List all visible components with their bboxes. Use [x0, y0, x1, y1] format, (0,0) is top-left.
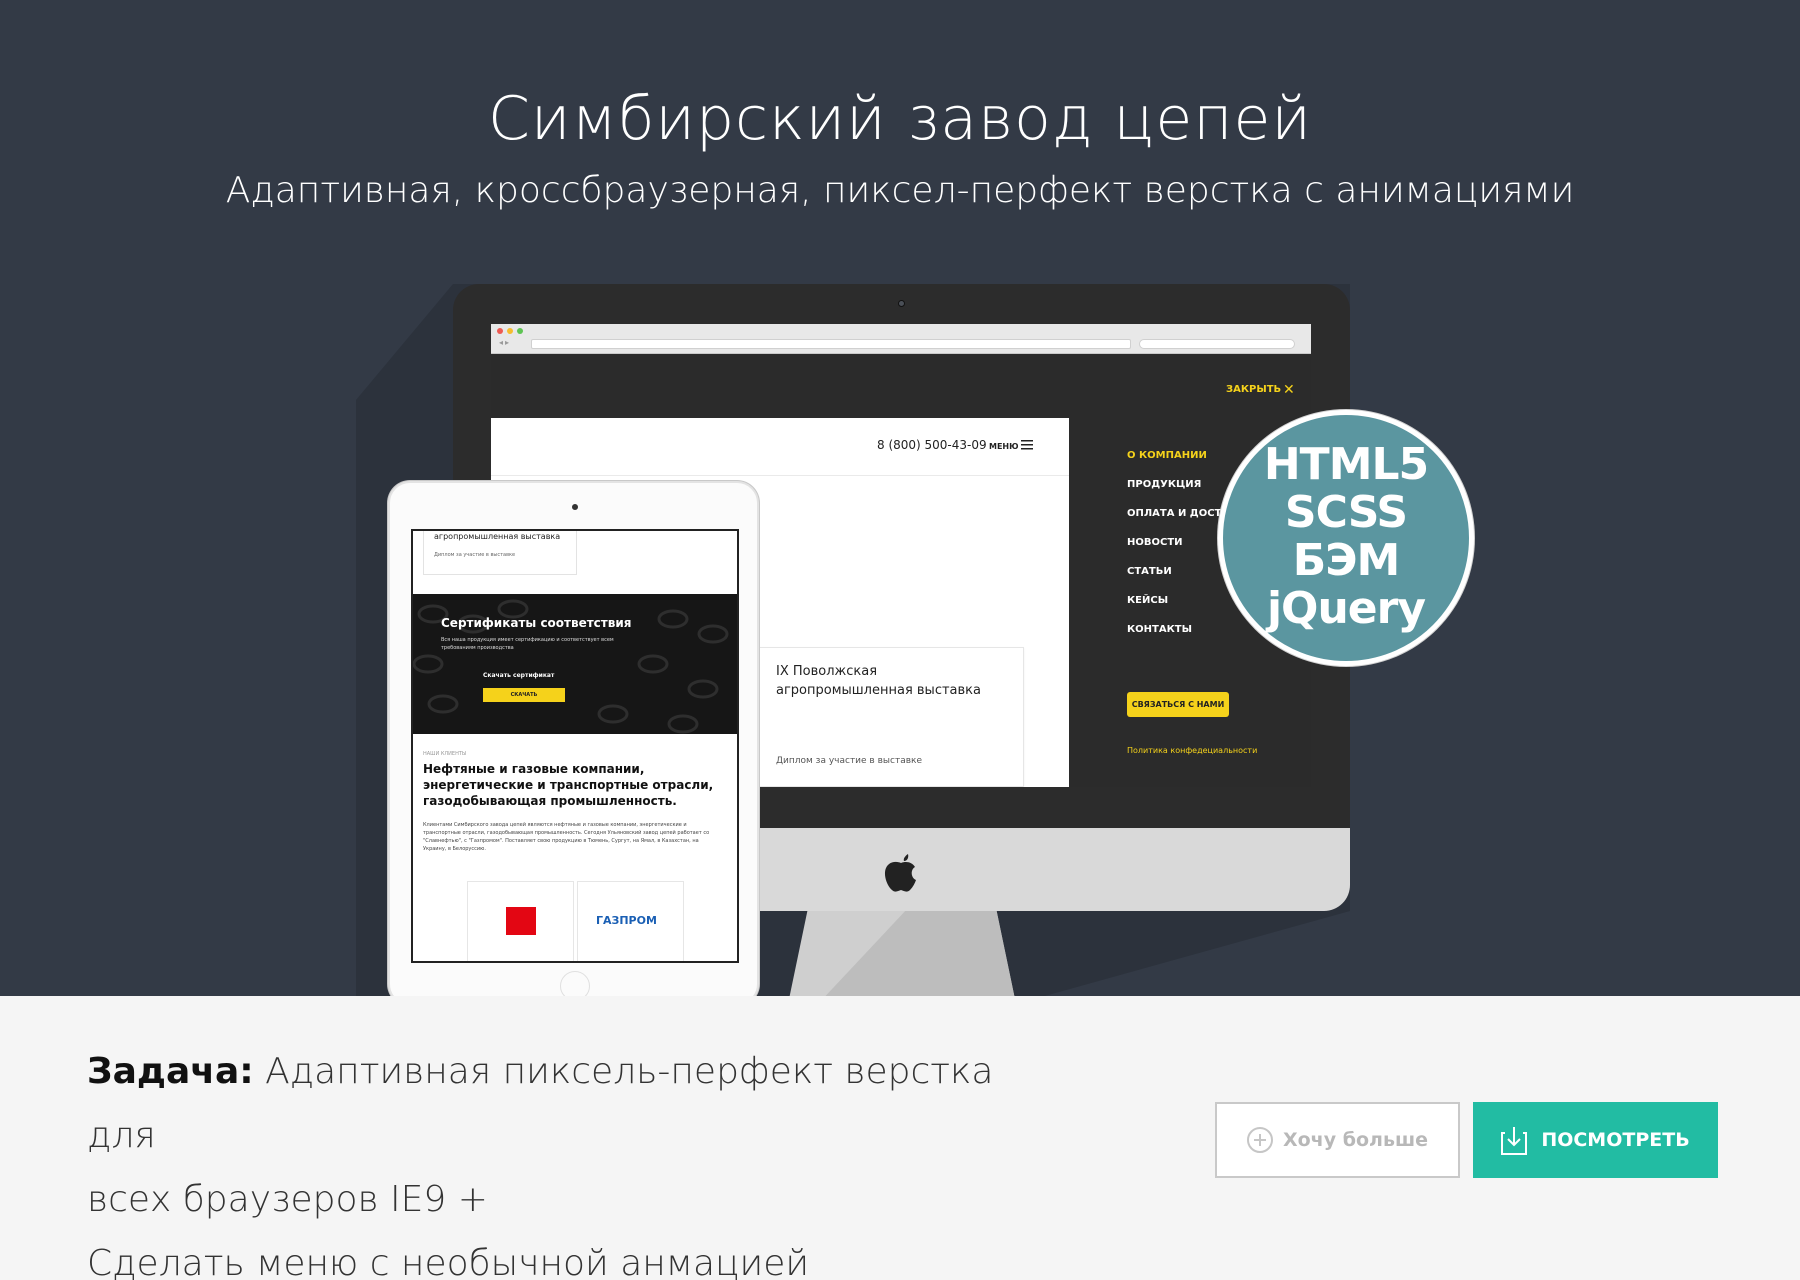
window-maximize-icon — [517, 328, 523, 334]
apple-logo-icon — [884, 854, 916, 892]
page-subtitle: Адаптивная, кроссбраузерная, пиксел-перф… — [225, 170, 1575, 211]
badge-scss: SCSS — [1284, 487, 1408, 538]
header-divider — [491, 475, 1069, 476]
ipad-camera-icon — [572, 504, 578, 510]
plus-circle-icon — [1246, 1127, 1273, 1153]
client-logo-gazprom: ГАЗПРОМ — [577, 881, 684, 961]
badge-html5: HTML5 — [1263, 439, 1429, 490]
badge-bem: БЭМ — [1292, 535, 1401, 586]
clients-text: Клиентами Симбирского завода цепей являю… — [423, 822, 710, 852]
menu-label: МЕНЮ — [989, 442, 1019, 451]
page-title: Симбирский завод цепей — [488, 84, 1312, 154]
hero-section: Симбирский завод цепей Адаптивная, кросс… — [0, 0, 1800, 996]
hamburger-icon — [1021, 440, 1033, 450]
download-icon — [1501, 1127, 1528, 1155]
menu-item-about: О КОМПАНИИ — [1127, 450, 1207, 461]
certificates-section: Сертификаты соответствия Вся наша продук… — [413, 594, 737, 734]
tech-stack-badge: HTML5 SCSS БЭМ jQuery — [1218, 410, 1474, 666]
tablet-news-card: агропромышленная выставка Диплом за учас… — [423, 531, 577, 575]
certificates-title: Сертификаты соответствия — [441, 616, 632, 630]
tablet-news-title: агропромышленная выставка — [434, 532, 561, 541]
want-more-label: Хочу больше — [1282, 1129, 1429, 1151]
menu-item-cases: КЕЙСЫ — [1127, 595, 1169, 606]
lukoil-logo-icon — [506, 907, 536, 935]
close-menu-label: ЗАКРЫТЬ — [1226, 384, 1282, 395]
phone-number: 8 (800) 500-43-09 — [877, 438, 987, 452]
client-logo-lukoil — [467, 881, 574, 961]
camera-icon — [898, 300, 905, 307]
menu-item-products: ПРОДУКЦИЯ — [1127, 479, 1202, 490]
clients-title: Нефтяные и газовые компании, энергетичес… — [423, 762, 714, 808]
privacy-link: Политика конфедециальности — [1127, 746, 1258, 755]
nav-arrows-icon: ◂▸ — [499, 338, 512, 347]
task-line-3: Сделать меню с необычной анмацией — [87, 1243, 810, 1280]
task-description: Задача: Адаптивная пиксель-перфект верст… — [87, 1040, 1067, 1280]
close-icon: ✕ — [1283, 382, 1295, 398]
url-bar — [531, 339, 1131, 349]
news-card-title: IX Поволжская агропромышленная выставка — [776, 664, 981, 698]
menu-item-articles: СТАТЬИ — [1127, 566, 1172, 577]
tablet-news-note: Диплом за участие в выставке — [434, 552, 516, 558]
news-card-note: Диплом за участие в выставке — [776, 756, 922, 766]
site-top-bar: ЗАКРЫТЬ ✕ — [491, 354, 1311, 418]
contact-us-button: СВЯЗАТЬСЯ С НАМИ — [1127, 692, 1229, 717]
tablet-screen: агропромышленная выставка Диплом за учас… — [411, 529, 739, 963]
certificates-text: Вся наша продукция имеет сертификацию и … — [441, 637, 614, 651]
imac-stand — [789, 908, 1015, 996]
gazprom-logo: ГАЗПРОМ — [596, 914, 657, 927]
want-more-button[interactable]: Хочу больше — [1215, 1102, 1460, 1178]
chain-texture — [413, 594, 737, 734]
news-card: IX Поволжская агропромышленная выставка … — [755, 647, 1024, 787]
window-close-icon — [497, 328, 503, 334]
task-line-1: Задача: Адаптивная пиксель-перфект верст… — [87, 1040, 1067, 1168]
certificate-download-button: СКАЧАТЬ — [483, 688, 565, 702]
ipad-home-button — [560, 971, 590, 996]
task-line-2: всех браузеров IE9 + — [87, 1179, 488, 1220]
clients-label: НАШИ КЛИЕНТЫ — [423, 751, 467, 757]
browser-toolbar: ◂▸ — [491, 324, 1311, 354]
task-label: Задача: — [87, 1051, 254, 1092]
view-button[interactable]: ПОСМОТРЕТЬ — [1473, 1102, 1718, 1178]
view-label: ПОСМОТРЕТЬ — [1541, 1129, 1690, 1151]
certificate-download-label: Скачать сертификат — [483, 672, 555, 679]
badge-jquery: jQuery — [1266, 583, 1426, 634]
browser-search — [1139, 339, 1295, 349]
menu-item-news: НОВОСТИ — [1127, 537, 1183, 548]
ipad-mockup: агропромышленная выставка Диплом за учас… — [388, 481, 759, 996]
menu-item-contacts: КОНТАКТЫ — [1127, 624, 1192, 635]
window-minimize-icon — [507, 328, 513, 334]
